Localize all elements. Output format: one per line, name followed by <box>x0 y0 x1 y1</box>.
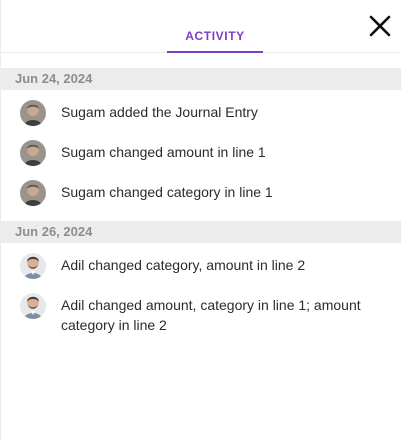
sugam-avatar <box>20 140 46 166</box>
activity-text: Sugam added the Journal Entry <box>61 104 258 120</box>
sugam-avatar <box>20 100 46 126</box>
sugam-avatar <box>20 180 46 206</box>
activity-item: Adil changed amount, category in line 1;… <box>1 293 401 335</box>
activity-item: Sugam changed amount in line 1 <box>1 140 401 166</box>
activity-list: Adil changed category, amount in line 2 … <box>1 243 401 335</box>
date-header: Jun 24, 2024 <box>1 68 401 90</box>
tab-active-indicator <box>167 51 263 53</box>
activity-text: Adil changed amount, category in line 1;… <box>61 297 361 333</box>
activity-panel: ACTIVITY Jun 24, 2024 Sugam added the Jo… <box>0 0 401 441</box>
close-icon <box>369 15 391 37</box>
tab-activity-label: ACTIVITY <box>185 29 245 43</box>
date-header: Jun 26, 2024 <box>1 221 401 243</box>
panel-header: ACTIVITY <box>1 0 401 53</box>
tab-activity[interactable]: ACTIVITY <box>167 0 263 53</box>
activity-text: Sugam changed amount in line 1 <box>61 144 266 160</box>
activity-item: Adil changed category, amount in line 2 <box>1 253 401 279</box>
activity-list: Sugam added the Journal Entry Sugam chan… <box>1 90 401 206</box>
adil-avatar <box>20 253 46 279</box>
activity-item: Sugam changed category in line 1 <box>1 180 401 206</box>
activity-item: Sugam added the Journal Entry <box>1 100 401 126</box>
activity-text: Sugam changed category in line 1 <box>61 184 273 200</box>
activity-text: Adil changed category, amount in line 2 <box>61 257 306 273</box>
close-button[interactable] <box>367 13 393 39</box>
adil-avatar <box>20 293 46 319</box>
